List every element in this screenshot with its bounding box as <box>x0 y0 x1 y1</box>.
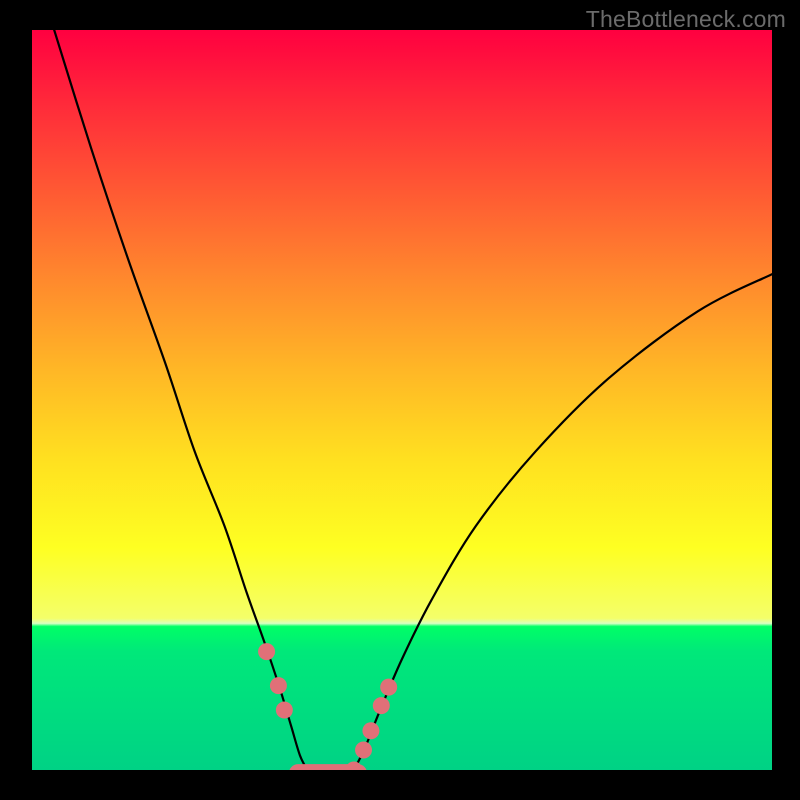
marker-dot <box>355 742 372 759</box>
marker-dot <box>380 679 397 696</box>
chart-svg <box>32 30 772 770</box>
series-right-curve <box>354 274 772 770</box>
watermark-text: TheBottleneck.com <box>586 6 786 33</box>
marker-dot <box>258 643 275 660</box>
plot-area <box>32 30 772 770</box>
marker-dot <box>373 697 390 714</box>
marker-dot <box>270 677 287 694</box>
marker-dot <box>345 762 362 771</box>
marker-dot <box>362 722 379 739</box>
chart-frame: TheBottleneck.com <box>0 0 800 800</box>
marker-dot <box>276 702 293 719</box>
